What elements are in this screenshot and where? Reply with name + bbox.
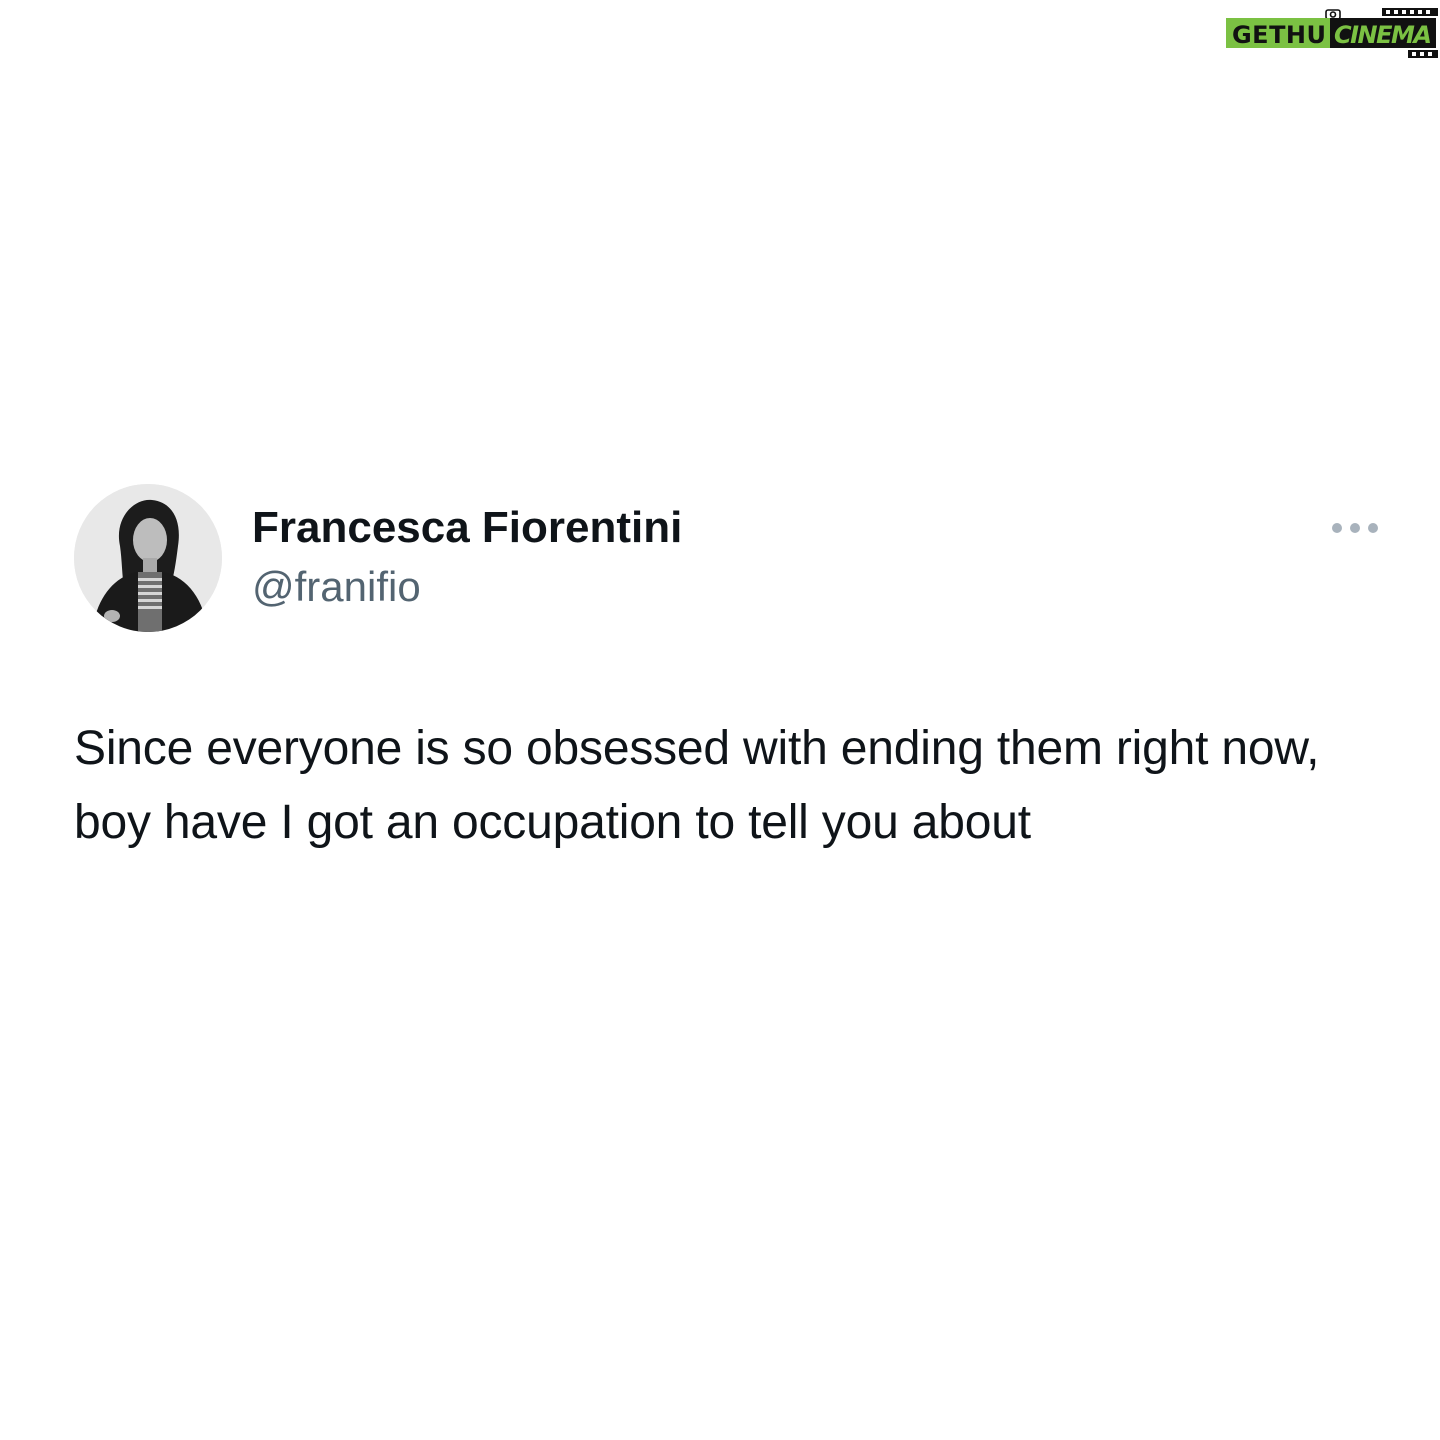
- author-avatar[interactable]: [74, 484, 222, 632]
- author-info: Francesca Fiorentini @franifio: [252, 502, 682, 612]
- tweet-text: Since everyone is so obsessed with endin…: [74, 722, 1320, 849]
- camera-icon: [1325, 9, 1341, 20]
- logo-text-cinema: CINEMA: [1334, 21, 1432, 49]
- film-strip-top: [1382, 8, 1438, 16]
- more-horizontal-icon: [1332, 523, 1378, 533]
- watermark-logo: GETHU CINEMA: [1222, 6, 1438, 58]
- film-strip-bottom: [1408, 50, 1438, 58]
- logo-text-gethu: GETHU: [1232, 21, 1326, 49]
- profile-photo-icon: [74, 484, 222, 632]
- author-name[interactable]: Francesca Fiorentini: [252, 502, 682, 554]
- author-handle[interactable]: @franifio: [252, 562, 682, 612]
- more-options-button[interactable]: [1322, 510, 1388, 546]
- tweet-card: Francesca Fiorentini @franifio Since eve…: [0, 480, 1440, 960]
